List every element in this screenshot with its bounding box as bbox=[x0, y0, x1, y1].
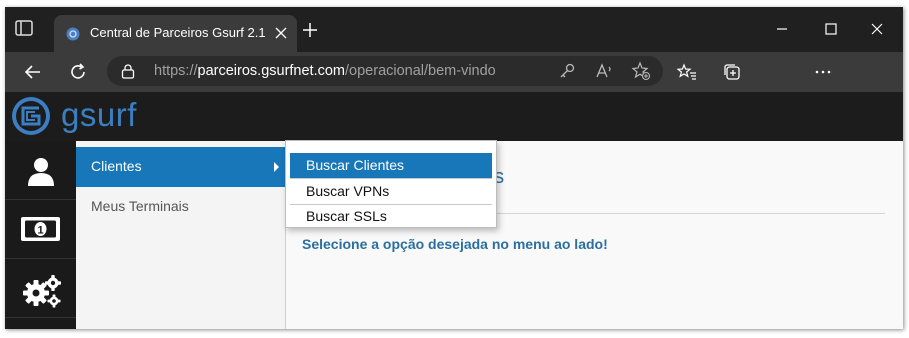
gears-icon bbox=[23, 275, 61, 308]
gsurf-logo-text: gsurf bbox=[61, 96, 137, 133]
site-header: gsurf bbox=[5, 92, 903, 141]
minimize-icon[interactable] bbox=[774, 21, 790, 37]
menu-item-meus-terminais[interactable]: Meus Terminais bbox=[76, 187, 285, 227]
money-icon: 1 bbox=[21, 217, 60, 241]
menu-item-clientes[interactable]: Clientes bbox=[76, 147, 285, 187]
tab-actions-icon[interactable] bbox=[15, 20, 33, 36]
refresh-icon[interactable] bbox=[68, 62, 88, 82]
submenu-item-buscar-vpns[interactable]: Buscar VPNs bbox=[290, 179, 492, 204]
submenu-item-buscar-clientes[interactable]: Buscar Clientes bbox=[290, 153, 492, 178]
add-favorite-icon[interactable] bbox=[631, 61, 651, 81]
side-menu: Clientes Meus Terminais bbox=[76, 141, 286, 329]
read-aloud-icon[interactable] bbox=[594, 61, 614, 81]
icon-rail: 1 bbox=[5, 141, 76, 329]
gsurf-logo-icon bbox=[12, 97, 50, 135]
url-scheme: https:// bbox=[154, 63, 198, 79]
close-window-icon[interactable] bbox=[869, 21, 885, 37]
key-icon[interactable] bbox=[557, 61, 577, 81]
new-tab-icon[interactable] bbox=[302, 22, 318, 38]
address-bar[interactable]: https://parceiros.gsurfnet.com/operacion… bbox=[107, 56, 663, 86]
menu-item-label: Meus Terminais bbox=[91, 198, 189, 214]
user-icon bbox=[28, 158, 54, 186]
clientes-submenu: Buscar Clientes Buscar VPNs Buscar SSLs bbox=[285, 140, 497, 228]
favicon-icon bbox=[66, 27, 80, 41]
menu-item-label: Clientes bbox=[91, 158, 142, 174]
more-icon[interactable] bbox=[813, 62, 833, 82]
submenu-item-label: Buscar SSLs bbox=[306, 208, 387, 224]
submenu-item-buscar-ssls[interactable]: Buscar SSLs bbox=[290, 204, 492, 229]
submenu-item-label: Buscar VPNs bbox=[306, 183, 390, 199]
url-text[interactable]: https://parceiros.gsurfnet.com/operacion… bbox=[154, 63, 496, 79]
maximize-icon[interactable] bbox=[823, 21, 839, 37]
rail-item-settings[interactable] bbox=[5, 259, 76, 318]
collections-icon[interactable] bbox=[722, 62, 742, 82]
submenu-arrow-icon bbox=[274, 162, 279, 172]
url-path: /operacional/bem-vindo bbox=[345, 63, 496, 79]
rail-item-finance[interactable]: 1 bbox=[5, 200, 76, 259]
back-icon[interactable] bbox=[23, 62, 43, 82]
lock-icon[interactable] bbox=[121, 63, 135, 79]
favorites-icon[interactable] bbox=[677, 62, 697, 82]
instruction-text: Selecione a opção desejada no menu ao la… bbox=[302, 236, 608, 252]
navigation-bar: https://parceiros.gsurfnet.com/operacion… bbox=[5, 52, 903, 92]
browser-tab[interactable]: Central de Parceiros Gsurf 2.1 bbox=[54, 15, 297, 52]
close-tab-icon[interactable] bbox=[275, 27, 287, 39]
svg-text:1: 1 bbox=[37, 225, 43, 237]
browser-window: Central de Parceiros Gsurf 2.1 https://p… bbox=[5, 7, 903, 329]
url-host: parceiros.gsurfnet.com bbox=[197, 63, 346, 79]
rail-item-clients[interactable] bbox=[5, 141, 76, 200]
title-bar: Central de Parceiros Gsurf 2.1 bbox=[5, 7, 903, 52]
tab-title: Central de Parceiros Gsurf 2.1 bbox=[90, 25, 266, 40]
submenu-item-label: Buscar Clientes bbox=[306, 157, 405, 173]
